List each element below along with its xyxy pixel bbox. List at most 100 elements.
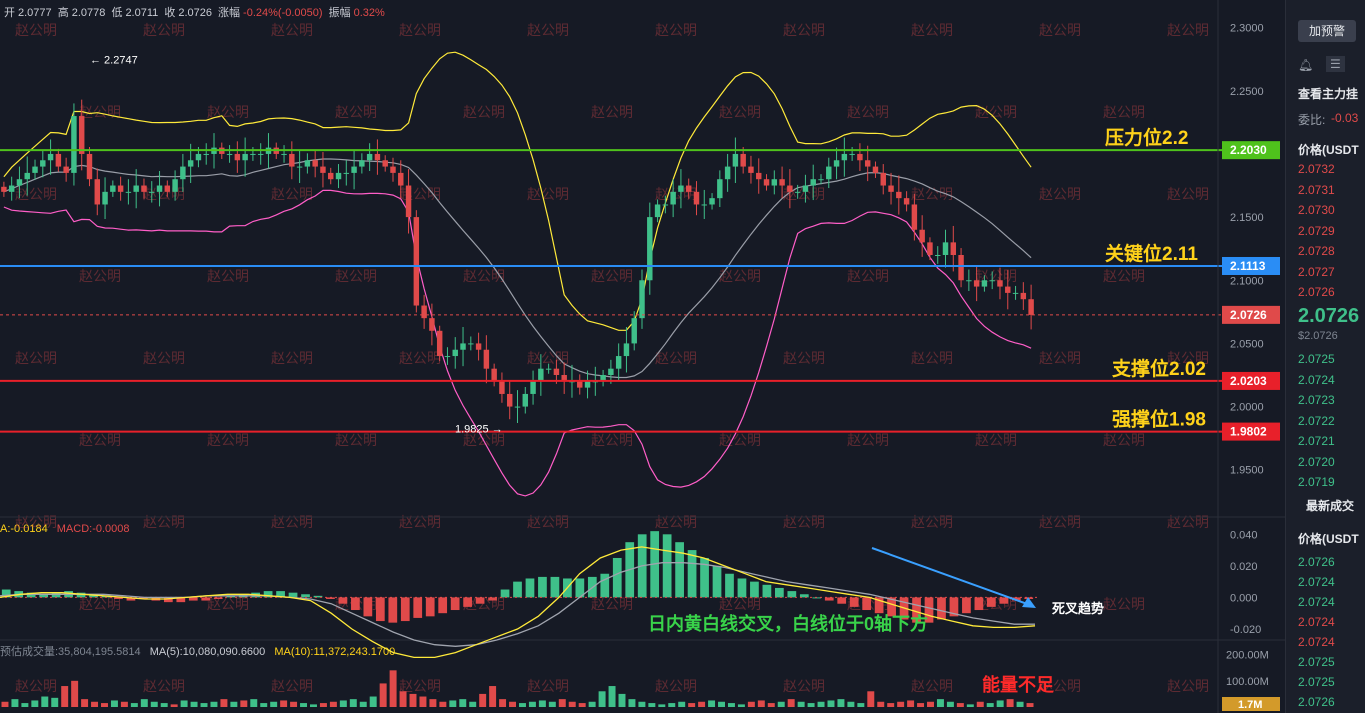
ask-item[interactable]: 2.0727: [1298, 265, 1335, 279]
ask-item[interactable]: 2.0731: [1298, 183, 1335, 197]
volume-bar: [51, 697, 59, 707]
trades-header: 价格(USDT: [1298, 532, 1359, 546]
volume-bar: [21, 703, 29, 707]
watermark-text: 赵公明: [15, 678, 57, 694]
candle-body: [538, 368, 544, 382]
macd-hist-bar: [375, 597, 385, 622]
ask-item[interactable]: 2.0728: [1298, 244, 1335, 258]
volume-bar: [1, 701, 9, 707]
trade-item[interactable]: 2.0724: [1298, 635, 1335, 649]
watermark-text: 赵公明: [1167, 22, 1209, 38]
volume-bar: [339, 700, 347, 707]
volume-bar: [688, 703, 696, 707]
volume-bar: [986, 703, 994, 707]
trade-item[interactable]: 2.0725: [1298, 675, 1335, 689]
macd-hist-bar: [538, 576, 547, 598]
trade-item[interactable]: 2.0726: [1298, 695, 1335, 709]
candle-body: [950, 242, 957, 255]
volume-bar: [369, 696, 377, 707]
trade-item[interactable]: 2.0726: [1298, 555, 1335, 569]
bid-item[interactable]: 2.0722: [1298, 414, 1335, 428]
volume-bar: [887, 703, 895, 707]
macd-hist-bar: [787, 591, 797, 598]
volume-tick-label: 200.00M: [1226, 650, 1269, 662]
candle-body: [117, 185, 124, 192]
volume-bar: [757, 700, 765, 707]
candle-body: [989, 280, 995, 282]
candle-body: [514, 406, 521, 408]
candle-body: [429, 318, 435, 331]
ask-item[interactable]: 2.0726: [1298, 285, 1335, 299]
trade-item[interactable]: 2.0725: [1298, 655, 1335, 669]
watermark-text: 赵公明: [143, 186, 185, 202]
trade-item[interactable]: 2.0724: [1298, 615, 1335, 629]
candle-body: [1028, 299, 1034, 315]
bid-item[interactable]: 2.0723: [1298, 393, 1335, 407]
bid-item[interactable]: 2.0725: [1298, 352, 1335, 366]
watermark-text: 赵公明: [207, 596, 249, 612]
volume-bar: [180, 700, 188, 707]
volume-bar: [290, 701, 298, 707]
candle-body: [234, 153, 241, 161]
chart-svg[interactable]: 赵公明 赵公明 赵公明 赵公明 赵公明 赵公明 赵公明 赵公明 赵公明 赵公明赵公明 赵公明 赵公明赵…: [0, 0, 1285, 713]
volume-bar: [678, 701, 686, 707]
ask-item[interactable]: 2.0730: [1298, 203, 1335, 217]
candle-body: [530, 381, 536, 394]
watermark-text: 赵公明: [655, 22, 697, 38]
macd-hist-bar: [351, 597, 360, 611]
candle-body: [475, 343, 482, 350]
volume-bar: [509, 701, 517, 707]
view-main-orders[interactable]: 查看主力挂: [1298, 85, 1358, 102]
candle-body: [857, 153, 863, 161]
macd-tick-label: -0.020: [1230, 624, 1261, 636]
candle-body: [304, 160, 311, 167]
bid-item[interactable]: 2.0721: [1298, 434, 1335, 448]
watermark-text: 赵公明: [527, 678, 569, 694]
watermark-text: 赵公明: [975, 432, 1017, 448]
watermark-text: 赵公明: [335, 432, 377, 448]
ask-item[interactable]: 2.0732: [1298, 162, 1335, 176]
candle-body: [351, 166, 357, 173]
candle-body: [1005, 286, 1011, 293]
volume-bar: [847, 701, 855, 707]
support-label: 支撑位2.02: [1111, 357, 1206, 380]
macd-hist-bar: [450, 597, 460, 611]
candle-body: [374, 153, 381, 161]
bid-item[interactable]: 2.0724: [1298, 373, 1335, 387]
bell-icon[interactable]: 🔔︎: [1298, 58, 1313, 72]
candle-body: [981, 280, 988, 287]
bid-item[interactable]: 2.0719: [1298, 475, 1335, 489]
y-tick-label: 2.3000: [1230, 23, 1264, 35]
candle-body: [1, 186, 7, 192]
volume-bar: [81, 699, 89, 707]
candle-body: [615, 356, 622, 369]
candle-body: [141, 185, 147, 192]
candle-body: [802, 185, 809, 192]
candle-body: [40, 160, 46, 167]
trade-item[interactable]: 2.0724: [1298, 575, 1335, 589]
candle-body: [296, 166, 303, 168]
watermark-text: 赵公明: [975, 268, 1017, 284]
trade-item[interactable]: 2.0724: [1298, 595, 1335, 609]
candle-body: [958, 255, 964, 281]
volume-bar: [250, 699, 258, 707]
candle-body: [86, 153, 93, 180]
volume-bar: [936, 699, 944, 707]
volume-bar: [588, 701, 596, 707]
watermark-text: 赵公明: [591, 432, 633, 448]
candle-body: [452, 349, 458, 357]
volume-bar: [976, 701, 984, 707]
macd-note: 日内黄白线交叉，白线位于0轴下方: [648, 613, 928, 634]
bid-item[interactable]: 2.0720: [1298, 455, 1335, 469]
volume-bar: [658, 704, 666, 707]
trades-title[interactable]: 最新成交: [1306, 497, 1354, 514]
chart-area[interactable]: 开 2.0777 高 2.0778 低 2.0711 收 2.0726 涨幅 -0.24%…: [0, 0, 1285, 713]
watermark-text: 赵公明: [911, 22, 953, 38]
ask-item[interactable]: 2.0729: [1298, 224, 1335, 238]
watermark-text: 赵公明: [1103, 596, 1145, 612]
layout-icon[interactable]: ☰: [1326, 56, 1345, 72]
candle-body: [973, 280, 980, 287]
watermark-text: 赵公明: [79, 268, 121, 284]
add-alert-button[interactable]: 加预警: [1298, 20, 1356, 42]
candle-body: [553, 368, 560, 375]
